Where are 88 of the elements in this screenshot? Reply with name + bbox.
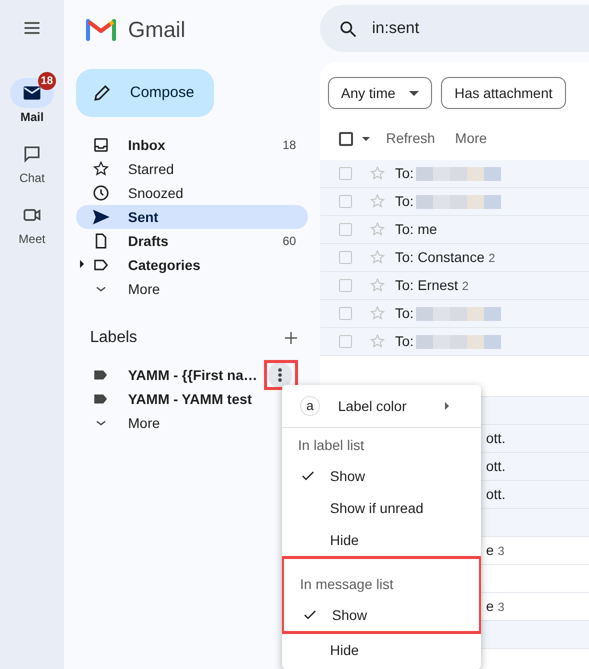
label-item[interactable]: YAMM - {{First na… bbox=[128, 364, 258, 386]
dropdown-caret-icon bbox=[409, 90, 420, 96]
app-name: Gmail bbox=[128, 16, 186, 44]
message-row[interactable]: To: bbox=[320, 328, 589, 356]
star-icon bbox=[92, 160, 110, 178]
chat-icon bbox=[22, 144, 42, 164]
item-count: 60 bbox=[282, 233, 296, 250]
star-icon[interactable] bbox=[369, 333, 386, 350]
row-checkbox[interactable] bbox=[339, 251, 352, 264]
dropdown-caret-icon[interactable] bbox=[362, 136, 370, 140]
recipient-text: To: Constance bbox=[395, 248, 484, 267]
unread-count-badge: 18 bbox=[38, 72, 56, 90]
thread-count: 2 bbox=[488, 250, 496, 266]
nav-more-item[interactable]: More bbox=[76, 277, 308, 301]
more-button[interactable]: More bbox=[455, 128, 487, 149]
vertical-dots-icon bbox=[278, 368, 282, 382]
menu-option[interactable]: Show if unread bbox=[282, 492, 481, 524]
row-checkbox[interactable] bbox=[339, 307, 352, 320]
star-icon[interactable] bbox=[369, 221, 386, 238]
nav-sent-item[interactable]: Sent bbox=[76, 205, 308, 229]
nav-inbox-item[interactable]: Inbox 18 bbox=[76, 133, 308, 157]
row-checkbox[interactable] bbox=[339, 335, 352, 348]
nav-snoozed-item[interactable]: Snoozed bbox=[76, 181, 308, 205]
star-icon[interactable] bbox=[369, 249, 386, 266]
search-field[interactable]: in:sent bbox=[320, 5, 589, 52]
item-count: 18 bbox=[282, 137, 296, 154]
refresh-button[interactable]: Refresh bbox=[386, 128, 436, 149]
menu-section-header: In label list bbox=[297, 436, 366, 455]
recipient-text: To: me bbox=[395, 220, 438, 239]
thread-count: 3 bbox=[498, 598, 504, 616]
submenu-arrow-icon bbox=[445, 402, 449, 410]
pencil-icon bbox=[92, 83, 112, 103]
filter-chip[interactable]: Any time bbox=[328, 77, 432, 109]
rail-mail-button[interactable]: 18 Mail bbox=[6, 70, 58, 125]
recipient-text: To: bbox=[395, 332, 414, 351]
menu-option[interactable]: Hide bbox=[282, 634, 481, 666]
chevron-down-icon bbox=[96, 286, 106, 292]
recipient-text: To: bbox=[395, 192, 414, 211]
add-icon[interactable] bbox=[282, 329, 300, 347]
more-labels-link[interactable]: More bbox=[128, 412, 160, 434]
row-checkbox[interactable] bbox=[339, 195, 352, 208]
recipient-text: To: Ernest bbox=[395, 276, 458, 295]
gmail-logo-icon bbox=[86, 17, 116, 41]
thread-count: 2 bbox=[462, 278, 469, 294]
recipient-text: e bbox=[486, 597, 494, 616]
menu-option[interactable]: Hide bbox=[282, 524, 481, 556]
send-icon bbox=[92, 208, 110, 226]
recipient-text: To: bbox=[395, 164, 414, 183]
nav-starred-item[interactable]: Starred bbox=[76, 157, 308, 181]
recipient-text: To: bbox=[395, 304, 414, 323]
rail-meet-button[interactable]: Meet bbox=[6, 192, 58, 247]
search-icon bbox=[338, 18, 358, 38]
message-row[interactable]: To: me bbox=[320, 216, 589, 244]
menu-option[interactable]: Show bbox=[284, 599, 479, 631]
row-checkbox[interactable] bbox=[339, 223, 352, 236]
row-checkbox[interactable] bbox=[339, 167, 352, 180]
menu-option[interactable]: Show bbox=[282, 460, 481, 492]
inbox-icon bbox=[92, 136, 110, 154]
labels-heading: Labels bbox=[90, 328, 138, 348]
recipient-text: ott. bbox=[486, 485, 506, 504]
select-all-checkbox[interactable] bbox=[339, 132, 353, 146]
recipient-text: e bbox=[486, 541, 494, 560]
message-row[interactable]: To: bbox=[320, 300, 589, 328]
rail-chat-button[interactable]: Chat bbox=[6, 131, 58, 186]
star-icon[interactable] bbox=[369, 305, 386, 322]
color-swatch: a bbox=[300, 396, 320, 416]
label-color-menu-item[interactable]: a Label color bbox=[282, 385, 481, 428]
chevron-down-icon bbox=[96, 420, 106, 426]
clock-icon bbox=[92, 184, 110, 202]
message-row[interactable]: To: bbox=[320, 160, 589, 188]
more-options-button[interactable] bbox=[268, 362, 292, 388]
recipient-text: ott. bbox=[486, 457, 506, 476]
row-checkbox[interactable] bbox=[339, 279, 352, 292]
message-row[interactable]: To: bbox=[320, 188, 589, 216]
menu-section-header: In message list bbox=[299, 575, 394, 594]
filter-chip[interactable]: Has attachment bbox=[441, 77, 566, 109]
expand-caret-icon[interactable] bbox=[80, 260, 84, 268]
thread-count: 3 bbox=[498, 542, 504, 560]
compose-button[interactable]: Compose bbox=[76, 69, 214, 117]
recipient-text: ott. bbox=[486, 429, 506, 448]
message-row[interactable]: To: Constance 2 bbox=[320, 244, 589, 272]
star-icon[interactable] bbox=[369, 193, 386, 210]
star-icon[interactable] bbox=[369, 165, 386, 182]
message-row[interactable]: To: Ernest 2 bbox=[320, 272, 589, 300]
star-icon[interactable] bbox=[369, 277, 386, 294]
nav-drafts-item[interactable]: Drafts 60 bbox=[76, 229, 308, 253]
nav-categories-item[interactable]: Categories bbox=[76, 253, 308, 277]
label-item[interactable]: YAMM - YAMM test bbox=[128, 388, 252, 410]
